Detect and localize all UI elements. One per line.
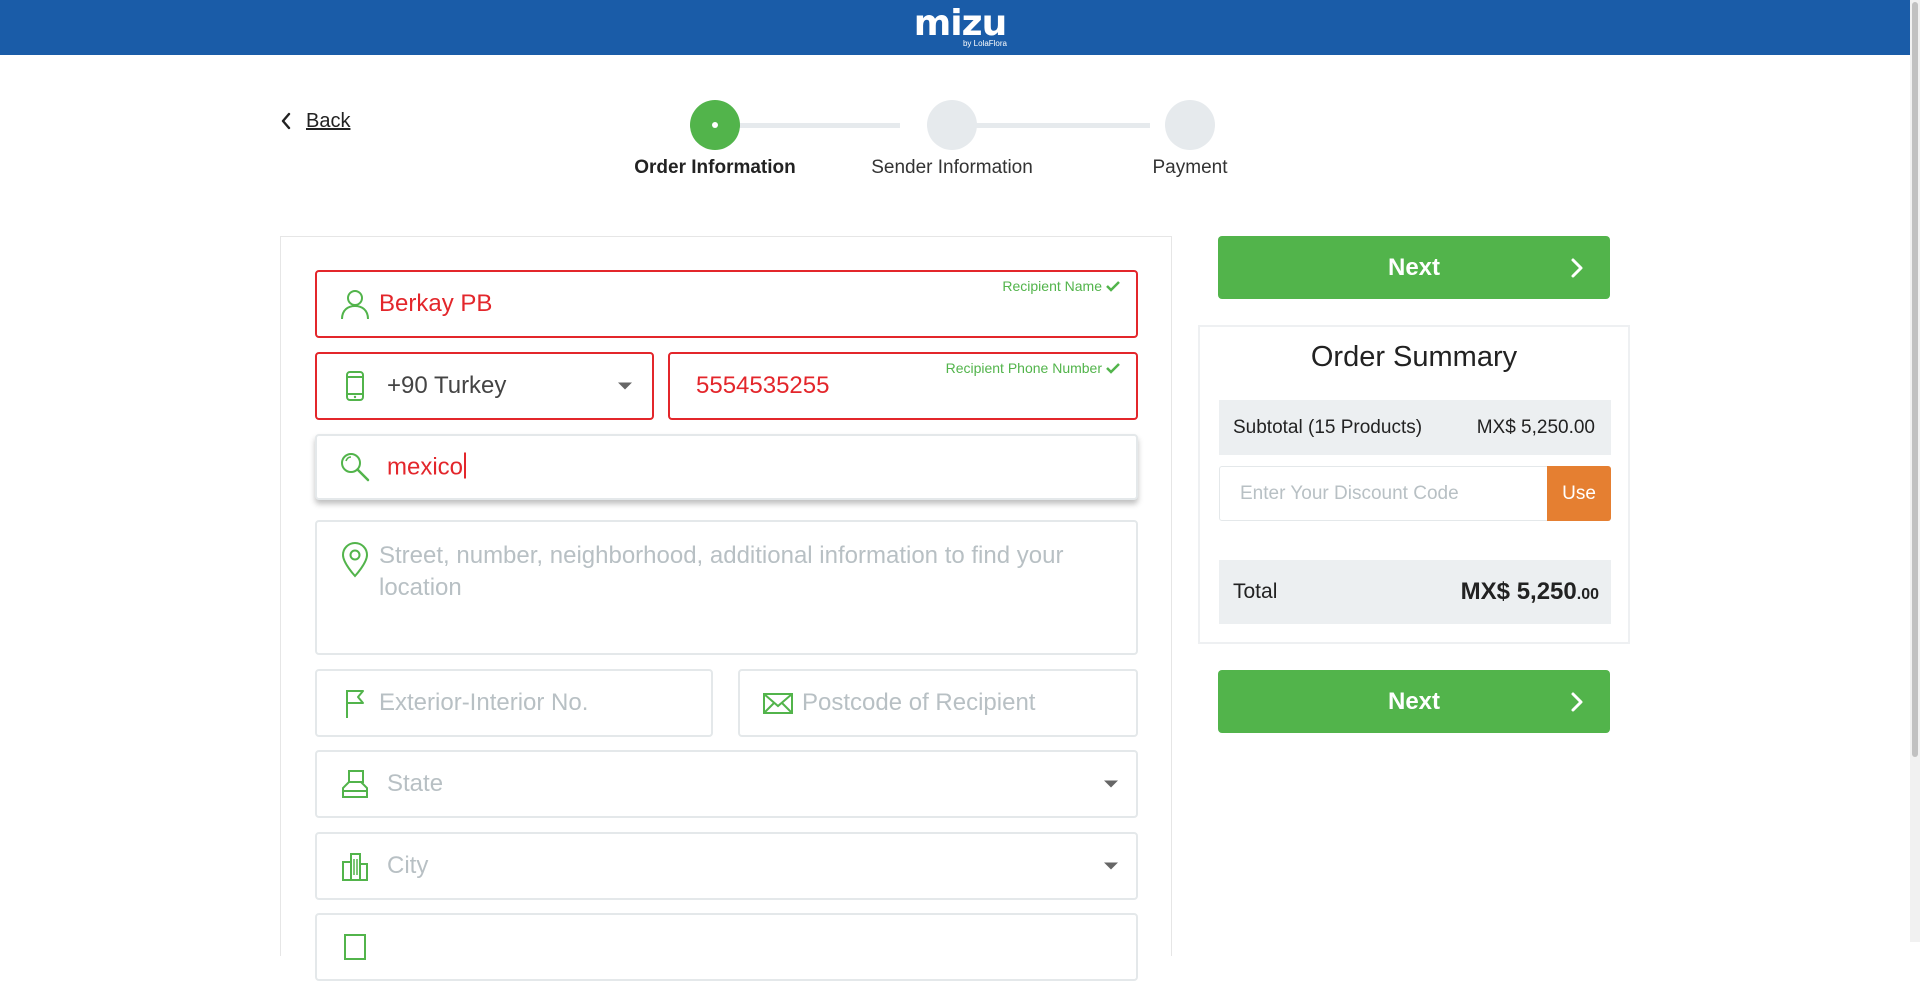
- recipient-name-value: Berkay PB: [379, 290, 493, 317]
- logo-text: mizu: [913, 3, 1007, 44]
- logo-tagline: by LolaFlora: [962, 39, 1007, 48]
- subtotal-label: Subtotal (15 Products): [1233, 416, 1423, 438]
- address-placeholder: Street, number, neighborhood, additional…: [379, 542, 1064, 601]
- total-value-main: MX$ 5,250: [1460, 578, 1577, 605]
- total-value-cents: .00: [1576, 586, 1599, 603]
- location-pin-icon: [341, 542, 369, 578]
- state-select[interactable]: State: [315, 750, 1138, 818]
- check-icon: [1106, 363, 1120, 374]
- postcode-field[interactable]: Postcode of Recipient: [738, 669, 1138, 737]
- order-summary-card: Order Summary Subtotal (15 Products) MX$…: [1198, 325, 1630, 644]
- discount-code-placeholder: Enter Your Discount Code: [1240, 482, 1459, 504]
- state-placeholder: State: [387, 770, 444, 797]
- back-link[interactable]: Back: [280, 108, 350, 134]
- total-value: MX$ 5,250.00: [1461, 578, 1599, 606]
- flag-icon: [346, 690, 364, 718]
- step-1-label: Order Information: [634, 157, 796, 178]
- phone-country-select[interactable]: +90 Turkey: [315, 352, 654, 420]
- envelope-icon: [763, 693, 793, 714]
- postcode-placeholder: Postcode of Recipient: [802, 689, 1036, 716]
- step-3-indicator: [1165, 100, 1215, 150]
- location-search-input[interactable]: mexico: [315, 434, 1138, 500]
- phone-country-value: +90 Turkey: [387, 372, 507, 399]
- phone-icon: [346, 371, 364, 401]
- chevron-down-icon: [1104, 862, 1118, 870]
- chevron-left-icon: [281, 112, 291, 130]
- order-summary-title: Order Summary: [1310, 341, 1518, 373]
- state-icon: [342, 770, 368, 798]
- recipient-name-label: Recipient Name: [1002, 278, 1120, 294]
- next-button-label: Next: [1387, 253, 1441, 281]
- step-3-label: Payment: [1152, 157, 1228, 178]
- recipient-name-field[interactable]: Berkay PB Recipient Name: [315, 270, 1138, 338]
- mizu-logo[interactable]: mizu by LolaFlora: [905, 6, 1015, 50]
- use-discount-button[interactable]: Use: [1547, 466, 1611, 521]
- phone-number-value: 5554535255: [696, 372, 830, 399]
- chevron-right-icon: [1571, 692, 1583, 711]
- search-icon: [341, 453, 370, 482]
- phone-number-label: Recipient Phone Number: [946, 360, 1120, 376]
- phone-number-field[interactable]: 5554535255 Recipient Phone Number: [668, 352, 1138, 420]
- person-icon: [341, 290, 369, 320]
- next-button-label: Next: [1387, 687, 1441, 715]
- scrollbar-thumb[interactable]: [1912, 2, 1918, 757]
- text-cursor: [464, 452, 467, 479]
- address-textarea[interactable]: Street, number, neighborhood, additional…: [315, 520, 1138, 655]
- next-button-bottom[interactable]: Next: [1218, 670, 1610, 733]
- location-search-value: mexico: [387, 452, 467, 482]
- subtotal-row: Subtotal (15 Products) MX$ 5,250.00: [1219, 400, 1611, 455]
- exterior-interior-field[interactable]: Exterior-Interior No.: [315, 669, 713, 737]
- location-search-text: mexico: [387, 453, 464, 481]
- city-placeholder: City: [387, 852, 429, 879]
- back-label: Back: [306, 109, 351, 132]
- exterior-interior-placeholder: Exterior-Interior No.: [379, 689, 589, 716]
- chevron-right-icon: [1571, 258, 1583, 277]
- chevron-down-icon: [1104, 780, 1118, 788]
- city-icon: [342, 853, 368, 881]
- chevron-down-icon: [618, 382, 632, 390]
- step-1-indicator: [690, 100, 740, 150]
- top-header-bar: mizu by LolaFlora: [0, 0, 1910, 55]
- total-label: Total: [1233, 580, 1278, 603]
- step-2-label: Sender Information: [871, 157, 1033, 178]
- next-form-field-partial[interactable]: [315, 913, 1138, 981]
- total-row: Total MX$ 5,250.00: [1219, 560, 1611, 624]
- city-select[interactable]: City: [315, 832, 1138, 900]
- discount-code-input[interactable]: Enter Your Discount Code Use: [1219, 466, 1611, 521]
- check-icon: [1106, 281, 1120, 292]
- subtotal-value: MX$ 5,250.00: [1476, 416, 1595, 438]
- field-icon: [344, 934, 366, 960]
- next-button-top[interactable]: Next: [1218, 236, 1610, 299]
- phone-number-label-text: Recipient Phone Number: [945, 360, 1102, 376]
- recipient-name-label-text: Recipient Name: [1002, 278, 1102, 294]
- step-2-indicator: [927, 100, 977, 150]
